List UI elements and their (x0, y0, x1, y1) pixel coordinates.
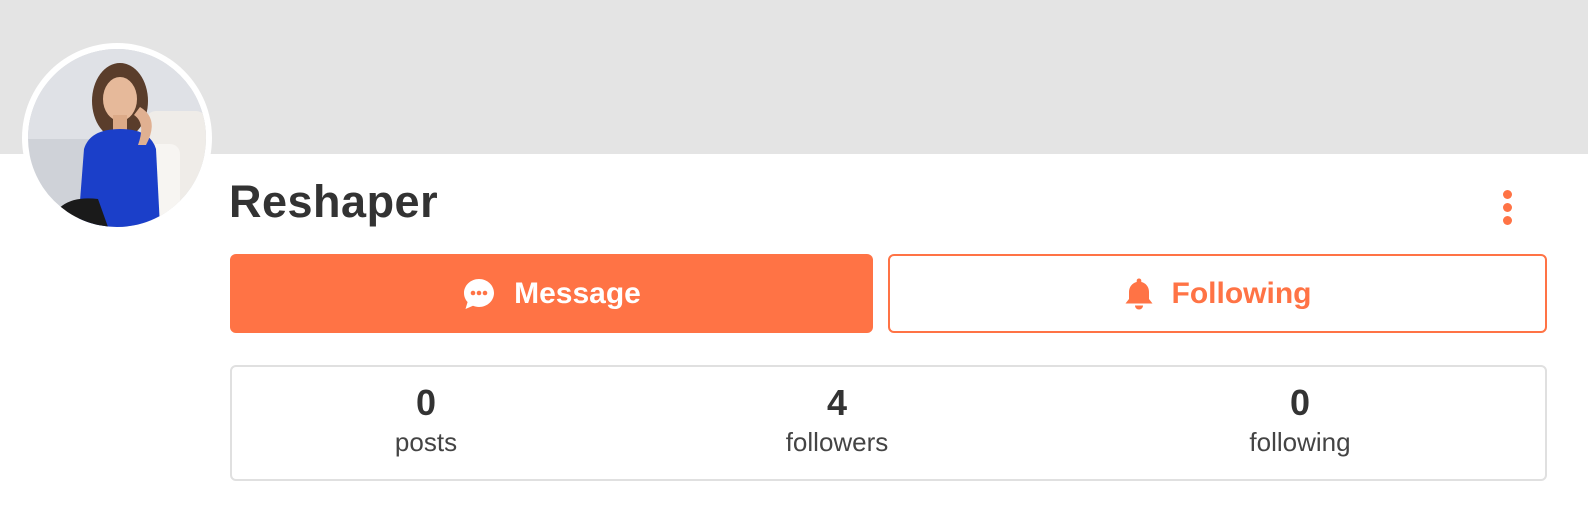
bell-icon (1124, 277, 1154, 311)
profile-name: Reshaper (229, 176, 439, 227)
avatar-photo (28, 49, 206, 227)
chat-bubble-icon (462, 277, 496, 311)
stat-value: 0 (415, 382, 437, 423)
profile-stats: 0 posts 4 followers 0 following (230, 365, 1547, 481)
more-dot (1503, 203, 1512, 212)
stat-followers[interactable]: 4 followers (707, 381, 967, 459)
more-options-button[interactable] (1490, 186, 1526, 230)
following-button-label: Following (1171, 276, 1312, 310)
message-button[interactable]: Message (230, 254, 873, 333)
message-button-label: Message (514, 276, 641, 310)
profile-page: Reshaper Message Following 0 posts 4 fol… (0, 0, 1588, 518)
stat-label: followers (785, 427, 889, 457)
cover-banner (0, 0, 1588, 154)
stat-label: following (1249, 427, 1351, 457)
stat-following[interactable]: 0 following (1170, 381, 1430, 459)
avatar[interactable] (22, 43, 212, 233)
more-dot (1503, 216, 1512, 225)
following-button[interactable]: Following (888, 254, 1547, 333)
stat-label: posts (394, 427, 458, 457)
stat-value: 4 (826, 382, 848, 423)
stat-value: 0 (1289, 382, 1311, 423)
stat-posts[interactable]: 0 posts (296, 381, 556, 459)
more-vertical-icon (1503, 190, 1512, 199)
